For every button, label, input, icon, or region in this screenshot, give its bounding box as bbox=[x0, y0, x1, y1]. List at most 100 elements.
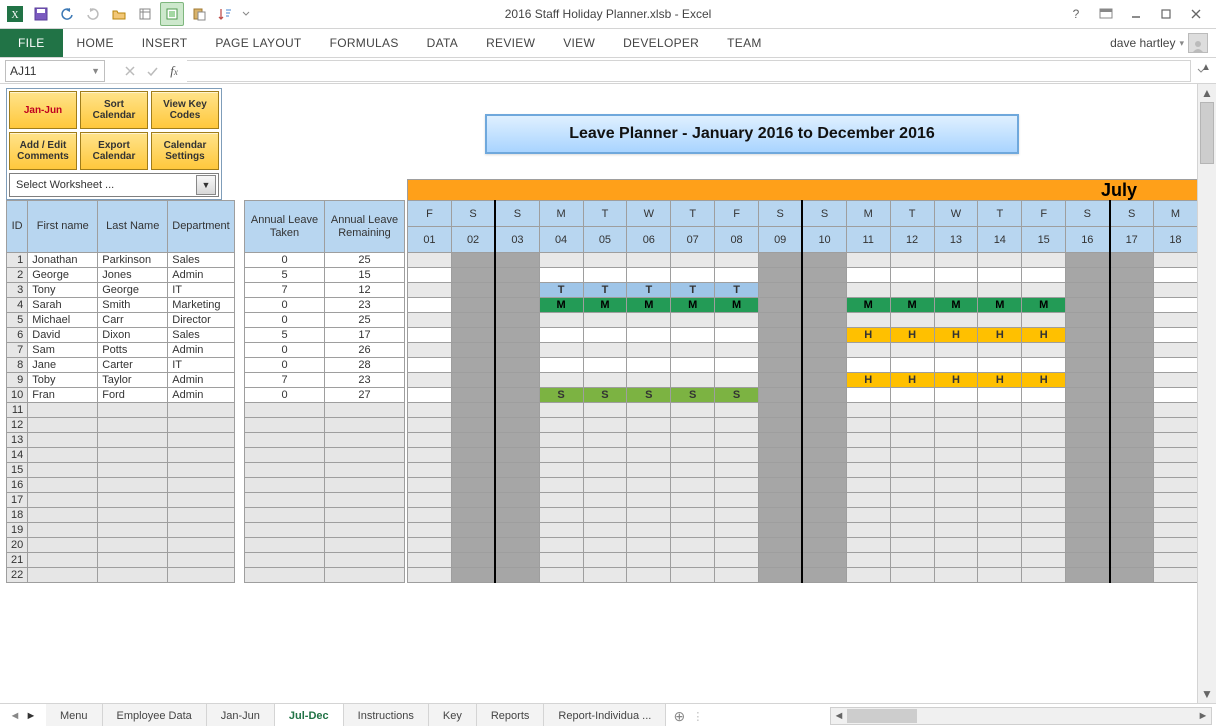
cal-cell[interactable] bbox=[715, 463, 759, 478]
cal-cell[interactable]: T bbox=[583, 283, 627, 298]
cal-cell[interactable] bbox=[759, 538, 803, 553]
ribbon-tab-page-layout[interactable]: PAGE LAYOUT bbox=[201, 29, 315, 57]
account-menu[interactable]: dave hartley ▾ bbox=[1110, 33, 1208, 53]
cal-cell[interactable] bbox=[934, 388, 978, 403]
cell[interactable]: 25 bbox=[325, 313, 405, 328]
cell[interactable] bbox=[168, 523, 234, 538]
cal-cell[interactable] bbox=[495, 283, 539, 298]
cell[interactable]: 26 bbox=[325, 343, 405, 358]
cal-cell[interactable] bbox=[978, 343, 1022, 358]
cal-cell[interactable] bbox=[1110, 298, 1154, 313]
cal-cell[interactable] bbox=[890, 253, 934, 268]
qat-customize[interactable] bbox=[240, 3, 252, 25]
cal-cell[interactable] bbox=[802, 463, 846, 478]
cell[interactable]: 7 bbox=[245, 283, 325, 298]
cell[interactable]: 7 bbox=[245, 373, 325, 388]
sheet-tab-jan-jun[interactable]: Jan-Jun bbox=[207, 704, 275, 726]
cell[interactable] bbox=[168, 448, 234, 463]
cell[interactable]: Taylor bbox=[98, 373, 168, 388]
cal-cell[interactable] bbox=[934, 433, 978, 448]
cal-cell[interactable] bbox=[495, 433, 539, 448]
cal-cell[interactable] bbox=[408, 568, 452, 583]
cal-cell[interactable] bbox=[1066, 508, 1110, 523]
cal-cell[interactable] bbox=[1110, 313, 1154, 328]
cal-cell[interactable] bbox=[1066, 328, 1110, 343]
cal-cell[interactable] bbox=[408, 418, 452, 433]
cal-cell[interactable] bbox=[583, 313, 627, 328]
sheet-tab-reports[interactable]: Reports bbox=[477, 704, 545, 726]
ribbon-tab-view[interactable]: VIEW bbox=[549, 29, 609, 57]
cal-cell[interactable] bbox=[1066, 253, 1110, 268]
cal-cell[interactable] bbox=[759, 553, 803, 568]
cal-cell[interactable] bbox=[715, 478, 759, 493]
cal-cell[interactable] bbox=[408, 478, 452, 493]
cal-cell[interactable] bbox=[1110, 388, 1154, 403]
cal-cell[interactable] bbox=[1153, 493, 1197, 508]
cell[interactable] bbox=[98, 568, 168, 583]
cal-cell[interactable] bbox=[802, 523, 846, 538]
cal-cell[interactable] bbox=[978, 448, 1022, 463]
cal-cell[interactable] bbox=[627, 358, 671, 373]
cal-cell[interactable] bbox=[890, 448, 934, 463]
cell[interactable]: 23 bbox=[325, 298, 405, 313]
cal-cell[interactable] bbox=[1110, 328, 1154, 343]
cell[interactable]: Carter bbox=[98, 358, 168, 373]
cell[interactable]: 17 bbox=[325, 328, 405, 343]
preview-button[interactable] bbox=[160, 2, 184, 26]
cal-cell[interactable] bbox=[627, 478, 671, 493]
cal-cell[interactable] bbox=[1110, 403, 1154, 418]
cal-cell[interactable] bbox=[759, 508, 803, 523]
cal-cell[interactable] bbox=[495, 253, 539, 268]
cal-cell[interactable] bbox=[1110, 283, 1154, 298]
cell[interactable]: Jane bbox=[28, 358, 98, 373]
cal-cell[interactable] bbox=[451, 373, 495, 388]
cal-cell[interactable] bbox=[583, 268, 627, 283]
cal-cell[interactable] bbox=[846, 538, 890, 553]
cal-cell[interactable] bbox=[1153, 373, 1197, 388]
cell[interactable]: Potts bbox=[98, 343, 168, 358]
cal-cell[interactable] bbox=[934, 313, 978, 328]
cell[interactable] bbox=[168, 433, 234, 448]
row-header[interactable]: 15 bbox=[7, 463, 28, 478]
collapse-ribbon[interactable]: ▲ bbox=[1198, 62, 1214, 73]
cal-cell[interactable] bbox=[495, 538, 539, 553]
cell[interactable] bbox=[28, 463, 98, 478]
cal-cell[interactable] bbox=[671, 463, 715, 478]
cal-cell[interactable] bbox=[1066, 568, 1110, 583]
ribbon-tab-insert[interactable]: INSERT bbox=[128, 29, 202, 57]
cal-cell[interactable] bbox=[1153, 538, 1197, 553]
cal-cell[interactable] bbox=[539, 403, 583, 418]
cal-cell[interactable] bbox=[451, 403, 495, 418]
cal-cell[interactable] bbox=[934, 403, 978, 418]
cal-cell[interactable] bbox=[846, 283, 890, 298]
cal-cell[interactable] bbox=[408, 403, 452, 418]
cell[interactable]: Sarah bbox=[28, 298, 98, 313]
cal-cell[interactable] bbox=[1110, 478, 1154, 493]
cell[interactable]: Admin bbox=[168, 268, 234, 283]
cal-cell[interactable] bbox=[802, 328, 846, 343]
scroll-right-icon[interactable]: ► bbox=[1195, 710, 1211, 722]
cal-cell[interactable]: M bbox=[627, 298, 671, 313]
cal-cell[interactable] bbox=[495, 358, 539, 373]
macro-button-export-calendar[interactable]: ExportCalendar bbox=[80, 132, 148, 170]
cell[interactable] bbox=[98, 508, 168, 523]
cell[interactable] bbox=[245, 553, 325, 568]
cal-cell[interactable] bbox=[759, 328, 803, 343]
cal-cell[interactable] bbox=[539, 538, 583, 553]
cal-cell[interactable] bbox=[1022, 253, 1066, 268]
cal-cell[interactable]: S bbox=[627, 388, 671, 403]
help-button[interactable]: ? bbox=[1062, 3, 1090, 25]
cal-cell[interactable] bbox=[583, 418, 627, 433]
cal-cell[interactable] bbox=[1066, 538, 1110, 553]
cal-cell[interactable] bbox=[583, 373, 627, 388]
row-header[interactable]: 16 bbox=[7, 478, 28, 493]
cell[interactable] bbox=[325, 553, 405, 568]
cal-cell[interactable] bbox=[890, 313, 934, 328]
cal-cell[interactable] bbox=[671, 313, 715, 328]
cell[interactable] bbox=[168, 493, 234, 508]
cal-cell[interactable] bbox=[1022, 358, 1066, 373]
cal-cell[interactable] bbox=[495, 478, 539, 493]
cal-cell[interactable] bbox=[1066, 448, 1110, 463]
cal-cell[interactable] bbox=[583, 493, 627, 508]
cal-cell[interactable] bbox=[671, 493, 715, 508]
